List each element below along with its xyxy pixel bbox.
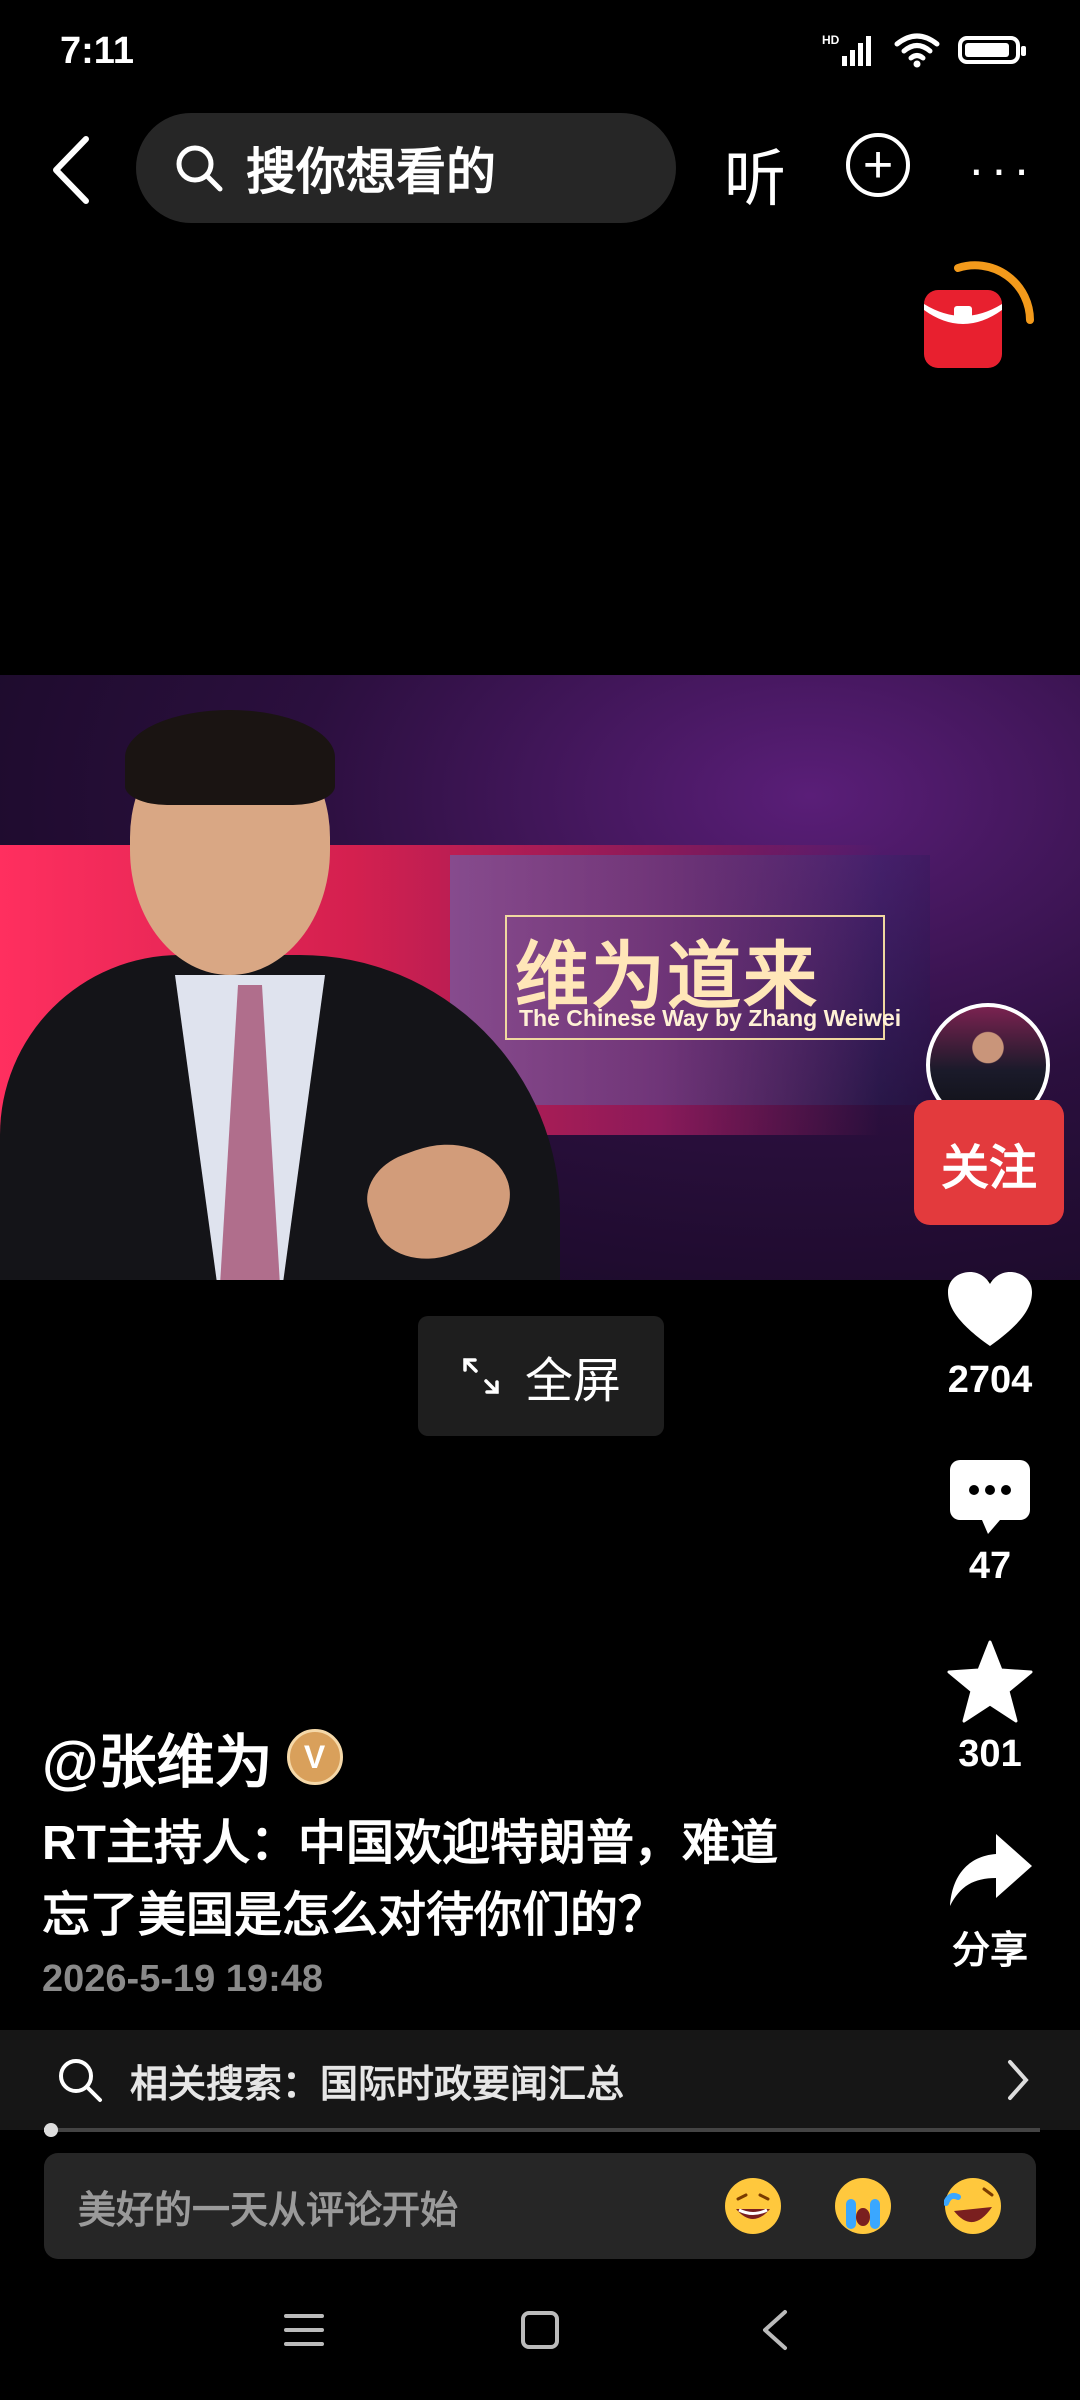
caption-line-2: 忘了美国是怎么对待你们的？ [42, 1889, 667, 1942]
related-search-bar[interactable]: 相关搜索：国际时政要闻汇总 [0, 2030, 1080, 2130]
hd-label: HD [822, 33, 840, 47]
comment-count: 47 [968, 1545, 1012, 1587]
battery-icon [958, 36, 1026, 64]
fullscreen-label: 全屏 [524, 1355, 621, 1408]
author-row[interactable]: @张维为 V [42, 1715, 343, 1799]
square-icon [521, 2311, 559, 2349]
related-search-text: 相关搜索：国际时政要闻汇总 [130, 2063, 625, 2106]
wifi-icon [894, 33, 940, 68]
show-title-en: The Chinese Way by Zhang Weiwei [519, 1005, 902, 1031]
like-count: 2704 [947, 1359, 1033, 1401]
show-title-card: 维为道来 The Chinese Way by Zhang Weiwei [505, 915, 901, 1040]
search-icon [176, 145, 223, 192]
comment-button[interactable]: 47 [940, 1458, 1040, 1588]
signal-icon: HD [822, 33, 871, 66]
laugh-tears-emoji-icon[interactable] [944, 2177, 1002, 2235]
heart-icon [948, 1272, 1032, 1346]
chevron-left-icon [53, 136, 89, 204]
search-icon [59, 2059, 102, 2102]
nav-back-button[interactable] [744, 2300, 804, 2360]
nav-recents-button[interactable] [274, 2300, 334, 2360]
author-name[interactable]: @张维为 [42, 1715, 273, 1799]
video-progress-bar[interactable] [44, 2128, 1040, 2132]
plus-icon: + [862, 136, 894, 194]
verified-badge-icon: V [286, 1729, 343, 1785]
expand-icon [463, 1358, 499, 1394]
grin-emoji-icon[interactable] [724, 2177, 782, 2235]
progress-handle[interactable] [44, 2123, 58, 2137]
search-input[interactable]: 搜你想看的 [136, 113, 676, 223]
fullscreen-button[interactable]: 全屏 [418, 1316, 664, 1436]
post-date: 2026-5-19 19:48 [42, 1958, 323, 2000]
back-triangle-icon [763, 2310, 787, 2350]
follow-button[interactable]: 关注 [914, 1100, 1064, 1225]
status-icons: HD [822, 32, 1026, 68]
share-arrow-icon [950, 1834, 1032, 1906]
video-caption: RT主持人：中国欢迎特朗普，难道 忘了美国是怎么对待你们的？ [42, 1808, 842, 1952]
favorite-count: 301 [958, 1733, 1022, 1775]
star-icon [947, 1640, 1033, 1723]
status-time: 7:11 [60, 30, 134, 72]
back-button[interactable] [40, 130, 100, 210]
red-packet-icon[interactable] [918, 258, 1036, 378]
share-label: 分享 [951, 1930, 1028, 1972]
more-button[interactable]: ··· [968, 140, 1036, 198]
listen-button[interactable]: 听 [724, 128, 786, 218]
menu-icon [284, 2314, 324, 2346]
chevron-right-icon [1008, 2060, 1029, 2100]
comment-icon [950, 1460, 1030, 1534]
search-placeholder: 搜你想看的 [246, 144, 496, 200]
crying-emoji-icon[interactable] [834, 2177, 892, 2235]
add-button[interactable]: + [846, 133, 910, 197]
caption-line-1: RT主持人：中国欢迎特朗普，难道 [42, 1817, 778, 1870]
like-button[interactable]: 2704 [940, 1270, 1040, 1402]
nav-home-button[interactable] [510, 2300, 570, 2360]
favorite-button[interactable]: 301 [940, 1640, 1040, 1776]
share-button[interactable]: 分享 [940, 1830, 1040, 1974]
comment-placeholder: 美好的一天从评论开始 [78, 2189, 459, 2232]
